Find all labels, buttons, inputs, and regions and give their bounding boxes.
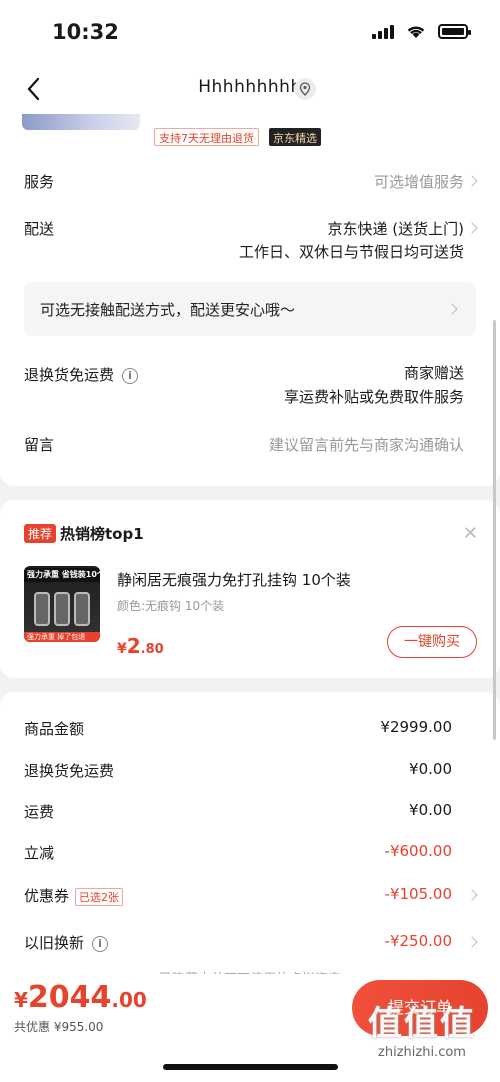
wifi-icon xyxy=(407,26,425,38)
shipping-value: ¥0.00 xyxy=(409,801,452,819)
chevron-right-icon xyxy=(466,222,478,234)
return-policy-tag: 支持7天无理由退货 xyxy=(154,128,259,146)
chevron-right-icon xyxy=(466,889,478,901)
jx-tag: 京东精选 xyxy=(269,128,321,146)
status-icons xyxy=(372,24,471,39)
info-icon[interactable]: i xyxy=(122,367,139,384)
total-int: 2044 xyxy=(27,980,112,1015)
battery-icon xyxy=(438,24,471,39)
delivery-value[interactable]: 京东快递 (送货上门) xyxy=(328,218,464,239)
message-label: 留言 xyxy=(24,436,55,454)
watermark-url: zhizhizhi.com xyxy=(378,1045,466,1060)
recommend-badge: 推荐 xyxy=(24,524,57,543)
image-banner-text: 强力承重 省钱装10个 xyxy=(24,568,100,582)
watermark-logo-text: 值值值 xyxy=(368,1004,476,1044)
contactless-delivery-row[interactable]: 可选无接触配送方式，配送更安心哦～ xyxy=(24,282,476,336)
price-currency: ¥ xyxy=(117,641,127,657)
recommend-card: 推荐 热销榜top1 ✕ 强力承重 省钱装10个 强力承重 掉了包退 静闲居无痕… xyxy=(0,500,500,678)
coupon-label[interactable]: 优惠券 已选2张 xyxy=(24,885,124,906)
page-title: Hhhhhhhhh xyxy=(198,77,302,97)
recommend-product-name[interactable]: 静闲居无痕强力免打孔挂钩 10个装 xyxy=(117,569,351,590)
chevron-right-icon xyxy=(466,936,478,948)
nav-bar: Hhhhhhhhh xyxy=(0,64,500,114)
shipping-label: 运费 xyxy=(24,803,55,821)
service-value[interactable]: 可选增值服务 xyxy=(374,171,464,192)
watermark-logo: 值值值 zhizhizhi.com xyxy=(354,996,490,1074)
chevron-right-icon xyxy=(446,303,458,315)
return-freight-sub: 享运费补贴或免费取件服务 xyxy=(283,388,464,406)
order-info-card: 支持7天无理由退货 京东精选 服务 可选增值服务 配送 京东快递 (送货上门) … xyxy=(0,114,500,486)
return-fee-value: ¥0.00 xyxy=(409,760,452,778)
info-icon[interactable]: i xyxy=(92,935,109,952)
recommend-product-image[interactable]: 强力承重 省钱装10个 强力承重 掉了包退 xyxy=(24,566,100,642)
return-freight-text: 退换货免运费 xyxy=(24,366,115,384)
total-price: ¥2044.00 xyxy=(14,980,147,1015)
return-freight-label: 退换货免运费 i xyxy=(24,364,139,385)
tradein-value[interactable]: -¥250.00 xyxy=(385,932,452,950)
home-indicator[interactable] xyxy=(163,1064,338,1070)
scrollbar[interactable] xyxy=(493,320,496,740)
recommend-price: ¥2.80 xyxy=(117,634,164,658)
delivery-sub: 工作日、双休日与节假日均可送货 xyxy=(238,243,464,261)
goods-amount-label: 商品金额 xyxy=(24,720,85,738)
signal-icon xyxy=(372,24,394,39)
recommend-product-spec: 颜色:无痕钩 10个装 xyxy=(117,599,225,613)
one-click-buy-button[interactable]: 一键购买 xyxy=(387,626,477,658)
total-dec: .00 xyxy=(111,988,147,1012)
discount-value: -¥600.00 xyxy=(384,842,452,860)
tradein-label-text: 以旧换新 xyxy=(24,934,85,952)
message-input[interactable]: 建议留言前先与商家沟通确认 xyxy=(269,434,464,455)
price-int: 2 xyxy=(126,634,141,658)
return-fee-label: 退换货免运费 xyxy=(24,762,115,780)
location-icon[interactable] xyxy=(294,78,316,100)
product-thumbnail[interactable] xyxy=(22,114,140,130)
coupon-count-tag: 已选2张 xyxy=(75,887,124,906)
service-label: 服务 xyxy=(24,173,55,191)
total-saved[interactable]: 共优惠 ¥955.00 xyxy=(14,1018,103,1035)
cost-summary-card: 商品金额 ¥2999.00 退换货免运费 ¥0.00 运费 ¥0.00 立减 -… xyxy=(0,692,500,992)
delivery-label: 配送 xyxy=(24,220,55,238)
price-dec: .80 xyxy=(140,642,164,657)
tradein-label[interactable]: 以旧换新 i xyxy=(24,932,109,953)
image-footer-text: 强力承重 掉了包退 xyxy=(24,632,100,642)
close-icon[interactable]: ✕ xyxy=(463,525,478,543)
discount-label: 立减 xyxy=(24,844,55,862)
status-time: 10:32 xyxy=(52,20,119,44)
return-freight-value: 商家赠送 xyxy=(403,364,464,382)
coupon-value[interactable]: -¥105.00 xyxy=(385,885,452,903)
chevron-right-icon xyxy=(466,175,478,187)
hook-shape xyxy=(74,592,90,626)
coupon-label-text: 优惠券 xyxy=(24,887,70,905)
hook-shape xyxy=(54,592,70,626)
total-currency: ¥ xyxy=(14,988,28,1012)
recommend-title: 热销榜top1 xyxy=(60,525,144,543)
status-bar: 10:32 xyxy=(0,0,500,64)
contactless-text: 可选无接触配送方式，配送更安心哦～ xyxy=(40,301,296,319)
goods-amount-value: ¥2999.00 xyxy=(380,718,452,736)
hook-shape xyxy=(34,592,50,626)
